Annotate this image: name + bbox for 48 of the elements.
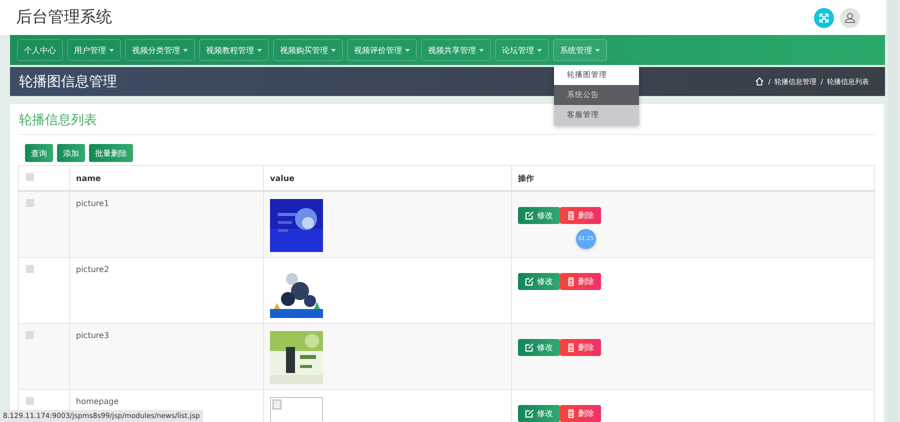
nav-menu-item[interactable]: 用户管理 — [67, 39, 121, 61]
nav-menu-item[interactable]: 论坛管理 — [495, 39, 549, 61]
checkbox[interactable] — [26, 265, 34, 273]
checkbox[interactable] — [26, 331, 34, 339]
edit-button[interactable]: 修改 — [518, 339, 560, 356]
fullscreen-icon[interactable] — [814, 8, 834, 28]
app-title: 后台管理系统 — [16, 7, 112, 28]
caret-icon — [405, 48, 410, 52]
checkbox[interactable] — [26, 173, 34, 181]
caret-icon — [183, 48, 188, 52]
nav-menu-item[interactable]: 视频购买管理 — [273, 39, 343, 61]
edit-button[interactable]: 修改 — [518, 207, 560, 224]
checkbox[interactable] — [26, 397, 34, 405]
nav-menu-item[interactable]: 系统管理 — [553, 39, 607, 61]
delete-button[interactable]: 删除 — [560, 405, 601, 422]
nav-menu-item[interactable]: 视频分类管理 — [125, 39, 195, 61]
action-button[interactable]: 批量删除 — [89, 144, 133, 162]
edit-icon — [525, 211, 534, 220]
action-button[interactable]: 查询 — [25, 144, 53, 162]
table-cell: picture3 — [70, 324, 264, 390]
caret-icon — [331, 48, 336, 52]
trash-icon — [567, 409, 575, 418]
edit-icon — [525, 277, 534, 286]
edit-button[interactable]: 修改 — [518, 405, 560, 422]
nav-menu-item[interactable]: 视频教程管理 — [199, 39, 269, 61]
nav-menu-item[interactable]: 视频评价管理 — [347, 39, 417, 61]
caret-icon — [479, 48, 484, 52]
delete-button[interactable]: 删除 — [560, 339, 601, 356]
caret-icon — [537, 48, 542, 52]
edit-icon — [525, 409, 534, 418]
edit-button[interactable]: 修改 — [518, 273, 560, 290]
trash-icon — [567, 211, 575, 220]
delete-button[interactable]: 删除 — [560, 207, 601, 224]
user-icon[interactable] — [840, 8, 860, 28]
home-icon[interactable] — [755, 77, 764, 86]
caret-icon — [257, 48, 262, 52]
caret-icon — [595, 48, 600, 52]
delete-button[interactable]: 删除 — [560, 273, 601, 290]
trash-icon — [567, 277, 575, 286]
table-cell: picture1 — [70, 191, 264, 258]
caret-icon — [109, 48, 114, 52]
trash-icon — [567, 343, 575, 352]
page-title: 轮播图信息管理 — [19, 72, 117, 90]
checkbox[interactable] — [26, 199, 34, 207]
nav-menu-item[interactable]: 视频共享管理 — [421, 39, 491, 61]
nav-menu-item[interactable]: 个人中心 — [17, 39, 63, 61]
edit-icon — [525, 343, 534, 352]
action-button[interactable]: 添加 — [57, 144, 85, 162]
